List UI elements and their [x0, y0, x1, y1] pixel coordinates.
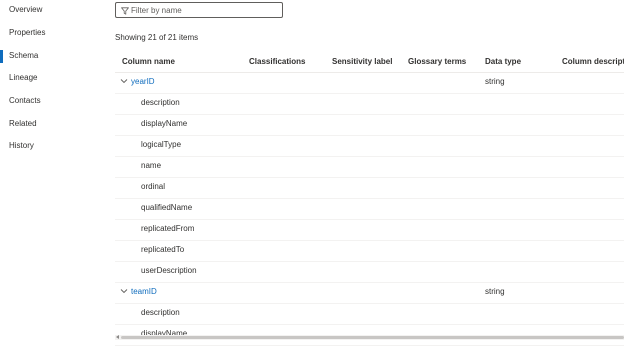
nav-item-label: Properties — [9, 28, 46, 37]
items-count: Showing 21 of 21 items — [115, 33, 199, 42]
nav-active-indicator — [0, 72, 3, 85]
column-name[interactable]: yearID — [131, 77, 155, 86]
table-row-attribute: description — [115, 93, 624, 115]
table-row-attribute: replicatedFrom — [115, 219, 624, 241]
nav-item-schema[interactable]: Schema — [0, 49, 90, 65]
table-row-attribute: userDescription — [115, 261, 624, 283]
table-row-column[interactable]: yearID string — [115, 72, 624, 94]
nav-item-contacts[interactable]: Contacts — [0, 94, 90, 110]
column-name: qualifiedName — [141, 203, 193, 212]
chevron-down-icon[interactable] — [120, 288, 128, 294]
scrollbar-thumb[interactable] — [121, 336, 624, 339]
scroll-left-arrow-icon[interactable] — [116, 335, 119, 339]
table-row-attribute: description — [115, 303, 624, 325]
chevron-down-icon[interactable] — [120, 78, 128, 84]
header-data-type[interactable]: Data type — [485, 57, 521, 66]
table-row-attribute: displayName — [115, 114, 624, 136]
header-column-description[interactable]: Column description — [562, 57, 624, 66]
column-name: description — [141, 98, 180, 107]
header-glossary-terms[interactable]: Glossary terms — [408, 57, 466, 66]
column-name: replicatedTo — [141, 245, 185, 254]
nav-item-label: History — [9, 141, 34, 150]
nav-item-properties[interactable]: Properties — [0, 26, 90, 42]
column-name: description — [141, 308, 180, 317]
data-type: string — [485, 77, 505, 86]
table-row-attribute: replicatedTo — [115, 240, 624, 262]
nav-item-overview[interactable]: Overview — [0, 3, 90, 19]
data-type: string — [485, 287, 505, 296]
nav-item-lineage[interactable]: Lineage — [0, 71, 90, 87]
table-row-attribute: qualifiedName — [115, 198, 624, 220]
column-name: name — [141, 161, 162, 170]
nav-item-label: Contacts — [9, 96, 41, 105]
column-name: replicatedFrom — [141, 224, 195, 233]
nav-item-label: Overview — [9, 5, 43, 14]
nav-active-indicator — [0, 118, 3, 131]
nav-item-label: Schema — [9, 51, 39, 60]
nav-active-indicator — [0, 95, 3, 108]
table-header: Column name Classifications Sensitivity … — [115, 52, 624, 73]
column-name[interactable]: teamID — [131, 287, 157, 296]
nav-active-indicator — [0, 27, 3, 40]
column-name: displayName — [141, 119, 188, 128]
table-row-attribute: name — [115, 156, 624, 178]
nav-active-indicator — [0, 50, 3, 63]
nav-active-indicator — [0, 4, 3, 17]
table-row-column[interactable]: teamID string — [115, 282, 624, 304]
header-classifications[interactable]: Classifications — [249, 57, 305, 66]
nav-active-indicator — [0, 140, 3, 153]
funnel-icon — [121, 7, 129, 15]
header-column-name[interactable]: Column name — [122, 57, 175, 66]
filter-input[interactable] — [131, 4, 279, 16]
nav-item-history[interactable]: History — [0, 139, 90, 155]
column-name: ordinal — [141, 182, 166, 191]
table-row-attribute: ordinal — [115, 177, 624, 199]
column-name: logicalType — [141, 140, 182, 149]
nav-item-label: Lineage — [9, 73, 38, 82]
column-name: userDescription — [141, 266, 197, 275]
filter-box[interactable] — [115, 2, 283, 18]
nav-item-label: Related — [9, 119, 37, 128]
table-row-attribute: logicalType — [115, 135, 624, 157]
horizontal-scrollbar[interactable] — [115, 335, 624, 340]
nav-item-related[interactable]: Related — [0, 117, 90, 133]
header-sensitivity-label[interactable]: Sensitivity label — [332, 57, 392, 66]
